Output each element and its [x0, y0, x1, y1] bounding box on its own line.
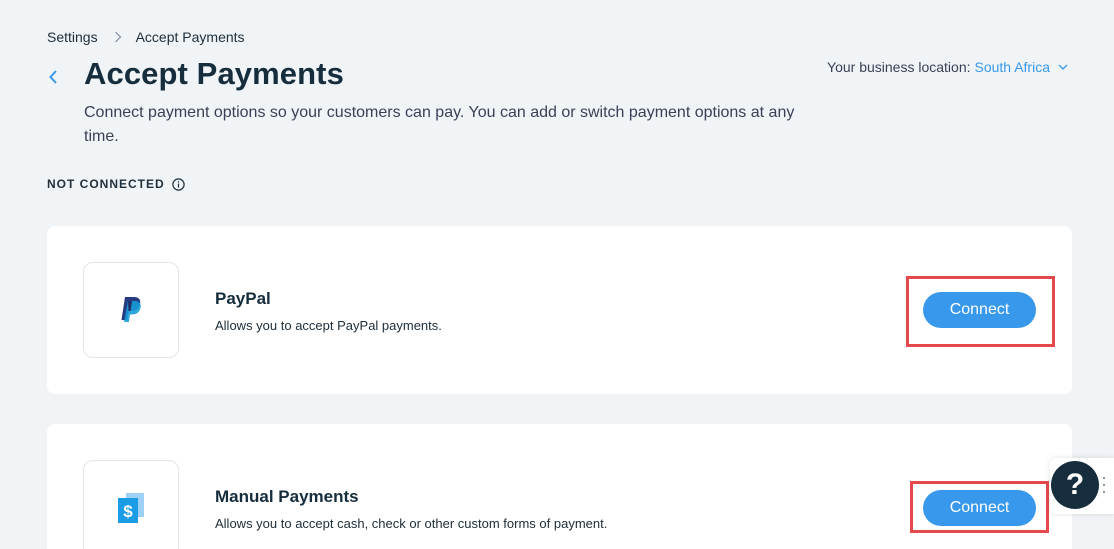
dollar-document-icon: $ — [118, 493, 144, 523]
business-location-label: Your business location: — [827, 59, 971, 75]
page-subtitle: Connect payment options so your customer… — [84, 104, 795, 145]
business-location: Your business location: South Africa — [827, 59, 1068, 75]
breadcrumb-accept-payments: Accept Payments — [135, 29, 245, 45]
chevron-down-icon[interactable] — [1058, 64, 1068, 70]
drag-handle-icon[interactable] — [1101, 477, 1107, 493]
section-not-connected: NOT CONNECTED — [47, 177, 185, 191]
breadcrumb: Settings Accept Payments — [47, 29, 245, 45]
paypal-logo-box — [83, 262, 179, 358]
question-mark-icon: ? — [1065, 468, 1085, 501]
accept-payments-page: Settings Accept Payments Accept Payments… — [0, 0, 1114, 549]
provider-description: Allows you to accept PayPal payments. — [215, 318, 442, 333]
chevron-right-icon — [114, 31, 122, 43]
svg-text:$: $ — [123, 502, 133, 521]
business-location-dropdown[interactable]: South Africa — [975, 59, 1051, 75]
section-label: NOT CONNECTED — [47, 177, 165, 191]
page-title: Accept Payments — [84, 56, 344, 91]
provider-name: Manual Payments — [215, 487, 359, 506]
paypal-logo-icon — [121, 297, 141, 322]
provider-description: Allows you to accept cash, check or othe… — [215, 516, 608, 531]
manual-payments-logo-box: $ — [83, 460, 179, 549]
breadcrumb-settings[interactable]: Settings — [47, 29, 98, 45]
back-button[interactable] — [44, 66, 62, 88]
paypal-connect-button[interactable]: Connect — [923, 292, 1036, 328]
provider-name: PayPal — [215, 289, 271, 308]
chevron-left-icon — [49, 70, 57, 84]
help-button[interactable]: ? — [1051, 461, 1099, 509]
manual-payments-connect-button[interactable]: Connect — [923, 490, 1036, 526]
info-icon[interactable] — [171, 177, 185, 191]
